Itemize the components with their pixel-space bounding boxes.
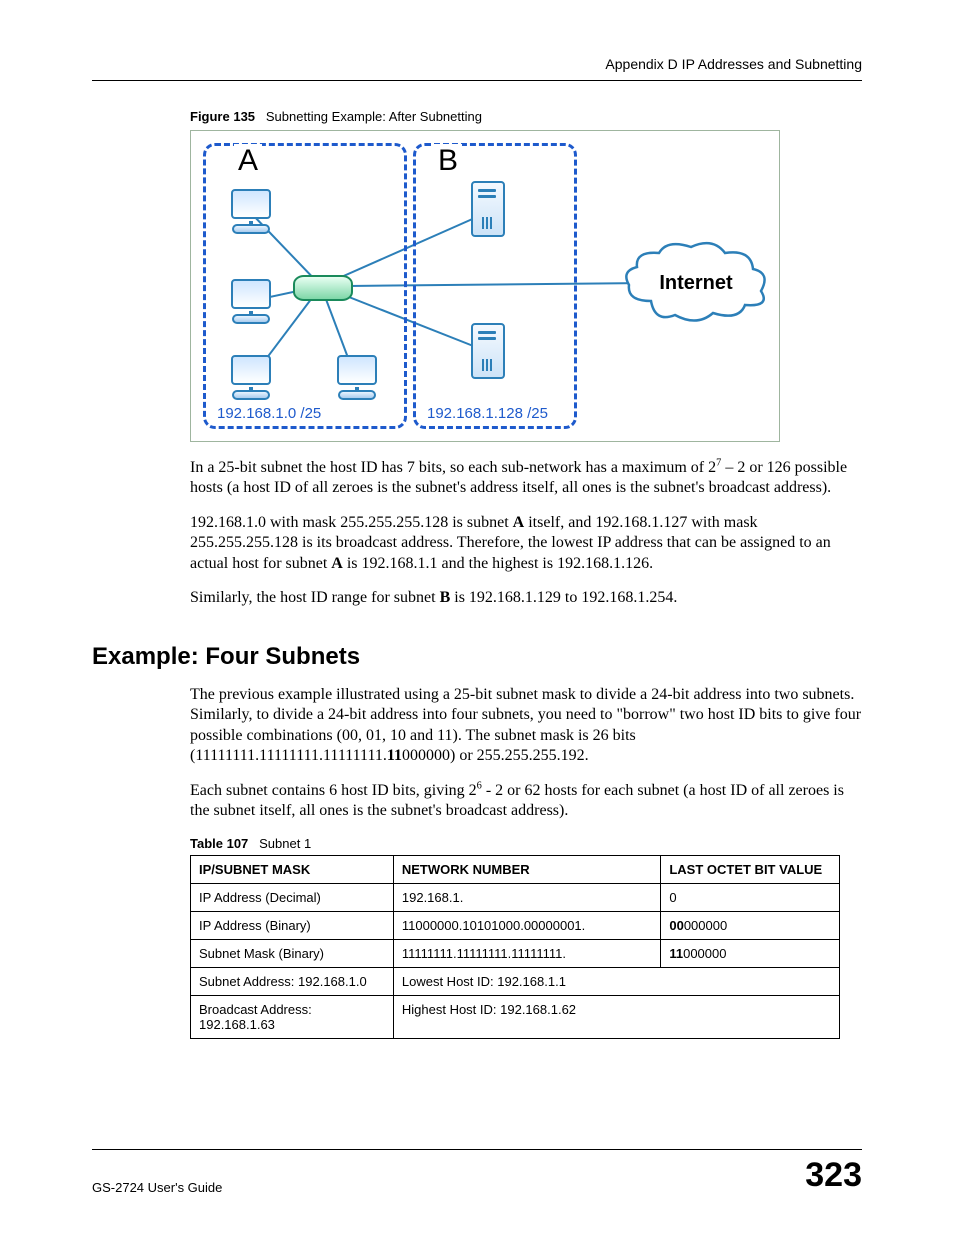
server-icon — [471, 323, 505, 379]
table-cell: IP Address (Decimal) — [191, 883, 394, 911]
table-header: LAST OCTET BIT VALUE — [661, 855, 840, 883]
paragraph: 192.168.1.0 with mask 255.255.255.128 is… — [190, 513, 862, 574]
table-cell: Highest Host ID: 192.168.1.62 — [393, 995, 839, 1038]
header-appendix-title: Appendix D IP Addresses and Subnetting — [92, 56, 862, 80]
table-cell: IP Address (Binary) — [191, 911, 394, 939]
router-icon — [293, 275, 353, 301]
body-text: In a 25-bit subnet the host ID has 7 bit… — [190, 458, 862, 609]
subnet-a-label: A — [234, 144, 262, 178]
footer-guide-name: GS-2724 User's Guide — [92, 1180, 222, 1195]
footer-rule — [92, 1149, 862, 1150]
pc-icon — [335, 355, 379, 395]
table-cell: 11000000.10101000.00000001. — [393, 911, 660, 939]
table-row: Subnet Mask (Binary) 11111111.11111111.1… — [191, 939, 840, 967]
figure-title: Subnetting Example: After Subnetting — [266, 109, 482, 124]
section-heading: Example: Four Subnets — [92, 643, 862, 671]
cloud-label: Internet — [621, 241, 771, 325]
table-cell: 11111111.11111111.11111111. — [393, 939, 660, 967]
table-title: Subnet 1 — [259, 836, 311, 851]
page-number: 323 — [805, 1156, 862, 1195]
pc-icon — [229, 355, 273, 395]
paragraph: Each subnet contains 6 host ID bits, giv… — [190, 781, 862, 822]
paragraph: Similarly, the host ID range for subnet … — [190, 588, 862, 608]
table-cell: 11000000 — [661, 939, 840, 967]
table-row: Broadcast Address: 192.168.1.63 Highest … — [191, 995, 840, 1038]
subnet-b-label: B — [434, 144, 462, 178]
table-cell: 00000000 — [661, 911, 840, 939]
table-cell: 0 — [661, 883, 840, 911]
server-icon — [471, 181, 505, 237]
figure-number: Figure 135 — [190, 109, 255, 124]
figure-caption: Figure 135 Subnetting Example: After Sub… — [190, 109, 862, 124]
section-body: The previous example illustrated using a… — [190, 685, 862, 822]
header-rule — [92, 80, 862, 81]
table-cell: Lowest Host ID: 192.168.1.1 — [393, 967, 839, 995]
table-cell: Broadcast Address: 192.168.1.63 — [191, 995, 394, 1038]
table-number: Table 107 — [190, 836, 248, 851]
paragraph: The previous example illustrated using a… — [190, 685, 862, 767]
subnet-table: IP/SUBNET MASK NETWORK NUMBER LAST OCTET… — [190, 855, 840, 1039]
internet-cloud: Internet — [621, 241, 771, 325]
pc-icon — [229, 189, 273, 229]
table-cell: Subnet Address: 192.168.1.0 — [191, 967, 394, 995]
table-row: Subnet Address: 192.168.1.0 Lowest Host … — [191, 967, 840, 995]
table-row: IP Address (Decimal) 192.168.1. 0 — [191, 883, 840, 911]
paragraph: In a 25-bit subnet the host ID has 7 bit… — [190, 458, 862, 499]
table-cell: 192.168.1. — [393, 883, 660, 911]
page-footer: GS-2724 User's Guide 323 — [92, 1149, 862, 1195]
subnet-b-cidr: 192.168.1.128 /25 — [424, 405, 551, 422]
table-row: IP Address (Binary) 11000000.10101000.00… — [191, 911, 840, 939]
table-header-row: IP/SUBNET MASK NETWORK NUMBER LAST OCTET… — [191, 855, 840, 883]
pc-icon — [229, 279, 273, 319]
table-header: NETWORK NUMBER — [393, 855, 660, 883]
network-diagram: A 192.168.1.0 /25 B 192.168.1.128 /25 — [190, 130, 780, 442]
table-header: IP/SUBNET MASK — [191, 855, 394, 883]
table-cell: Subnet Mask (Binary) — [191, 939, 394, 967]
subnet-a-cidr: 192.168.1.0 /25 — [214, 405, 324, 422]
table-caption: Table 107 Subnet 1 — [190, 836, 862, 851]
